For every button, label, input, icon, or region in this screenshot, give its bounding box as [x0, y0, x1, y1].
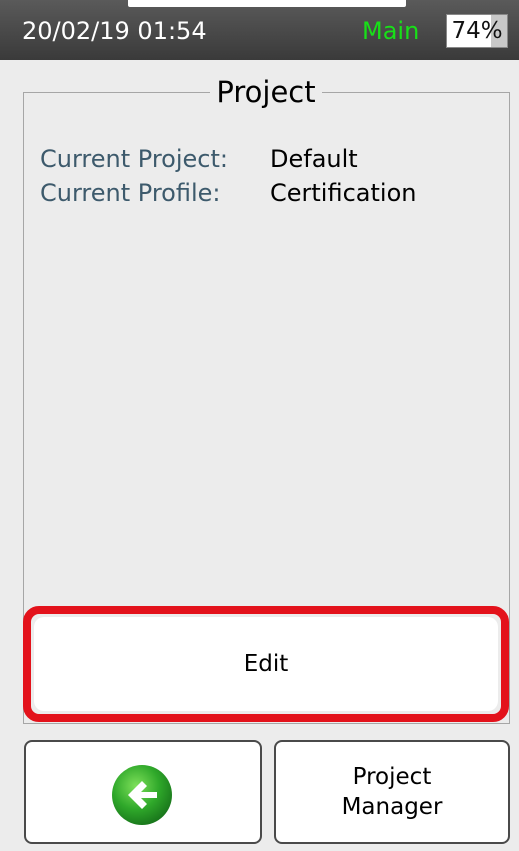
project-manager-button[interactable]: Project Manager — [274, 740, 510, 844]
edit-button[interactable]: Edit — [34, 617, 498, 711]
project-manager-label: Project Manager — [276, 762, 508, 822]
back-button[interactable] — [24, 740, 262, 844]
project-manager-label-line1: Project — [352, 764, 432, 790]
current-profile-value: Certification — [270, 179, 417, 207]
current-project-value: Default — [270, 145, 358, 173]
battery-percent: 74% — [451, 18, 503, 44]
status-mode: Main — [362, 17, 420, 45]
status-bar: 20/02/19 01:54 Main 74% — [0, 0, 519, 60]
battery-indicator: 74% — [446, 14, 508, 48]
status-notch — [128, 0, 406, 7]
status-datetime: 20/02/19 01:54 — [22, 17, 207, 45]
project-group-title: Project — [210, 74, 322, 110]
current-project-label: Current Project: — [40, 145, 228, 173]
current-profile-label: Current Profile: — [40, 179, 221, 207]
back-arrow-icon — [112, 765, 172, 825]
project-manager-label-line2: Manager — [341, 794, 443, 820]
